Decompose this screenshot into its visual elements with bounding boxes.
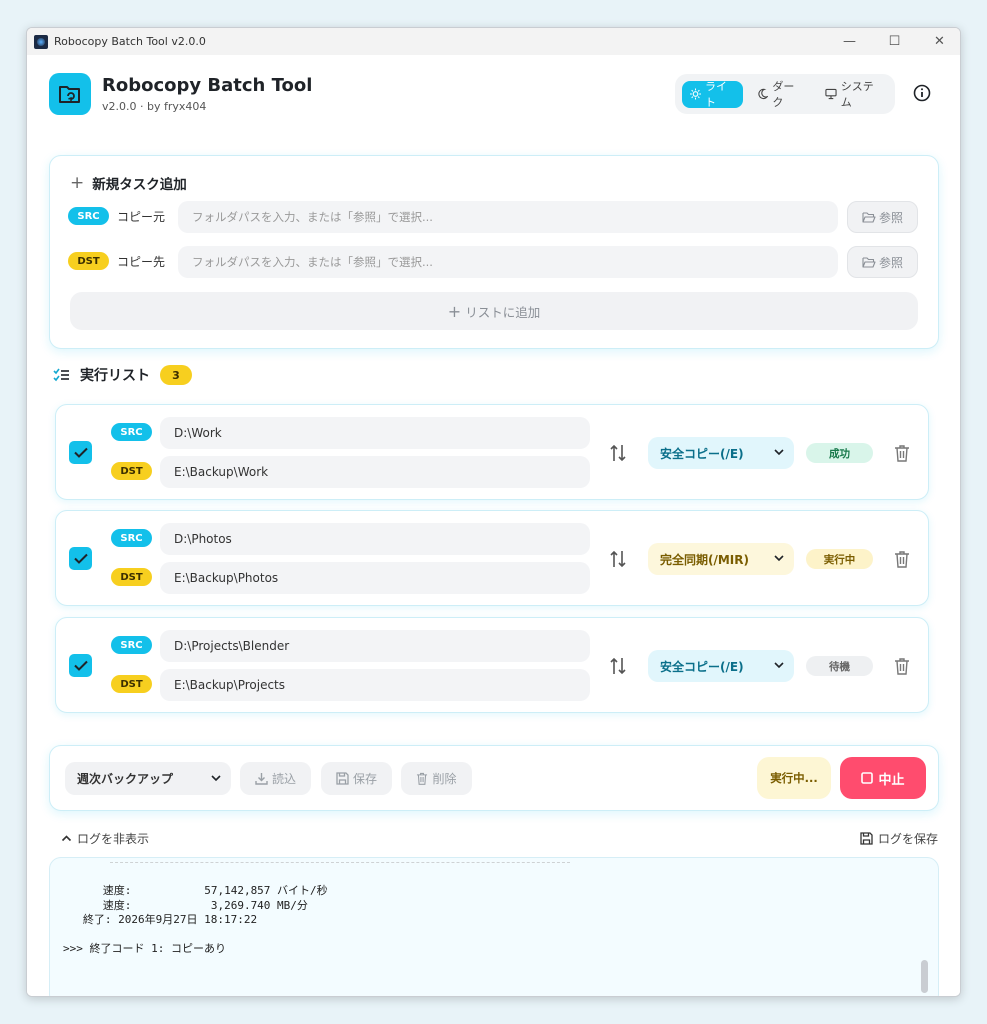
running-indicator: 実行中...	[757, 757, 831, 799]
info-icon[interactable]	[913, 84, 931, 102]
check-icon	[73, 660, 88, 671]
job-dst-path[interactable]: E:\Backup\Projects	[160, 669, 590, 701]
src-browse-button[interactable]: 参照	[847, 201, 918, 233]
load-button[interactable]: 読込	[240, 762, 311, 795]
action-bar: 週次バックアップ 読込 保存 削除 実行中... 中止	[49, 745, 939, 811]
add-to-list-button[interactable]: + リストに追加	[70, 292, 918, 330]
app-header: Robocopy Batch Tool v2.0.0 · by fryx404 …	[49, 73, 939, 117]
status-badge: 実行中	[806, 549, 873, 569]
delete-preset-button[interactable]: 削除	[401, 762, 472, 795]
job-src-path[interactable]: D:\Photos	[160, 523, 590, 555]
swap-icon[interactable]	[609, 656, 627, 676]
chevron-down-icon	[774, 449, 784, 456]
plus-icon: +	[447, 301, 462, 321]
log-text: 速度: 57,142,857 バイト/秒 速度: 3,269.740 MB/分 …	[63, 884, 328, 956]
new-task-title: + 新規タスク追加	[70, 173, 187, 193]
job-src-path[interactable]: D:\Projects\Blender	[160, 630, 590, 662]
title-bar: Robocopy Batch Tool v2.0.0 — ☐ ✕	[27, 28, 960, 55]
stop-button[interactable]: 中止	[840, 757, 926, 799]
src-badge: SRC	[111, 423, 152, 441]
log-save-button[interactable]: ログを保存	[860, 830, 938, 847]
trash-icon	[417, 772, 428, 785]
minimize-button[interactable]: —	[827, 28, 872, 55]
job-count-badge: 3	[160, 365, 192, 385]
folder-open-icon	[862, 257, 876, 268]
job-card: SRC D:\Work DST E:\Backup\Work 安全コピー(/E)…	[55, 404, 929, 500]
src-badge: SRC	[68, 207, 109, 225]
download-icon	[255, 773, 268, 785]
job-src-path[interactable]: D:\Work	[160, 417, 590, 449]
mode-select[interactable]: 完全同期(/MIR)	[648, 543, 794, 575]
execution-list-header: 実行リスト 3	[53, 365, 192, 385]
save-icon	[860, 832, 873, 845]
folder-open-icon	[862, 212, 876, 223]
src-path-input[interactable]: フォルダパスを入力、または「参照」で選択...	[178, 201, 838, 233]
job-dst-path[interactable]: E:\Backup\Work	[160, 456, 590, 488]
preset-select[interactable]: 週次バックアップ	[65, 762, 231, 795]
main-content: Robocopy Batch Tool v2.0.0 · by fryx404 …	[27, 55, 960, 996]
mode-select[interactable]: 安全コピー(/E)	[648, 437, 794, 469]
theme-dark-button[interactable]: ダーク	[749, 80, 810, 109]
theme-light-button[interactable]: ライト	[682, 80, 744, 109]
check-icon	[73, 553, 88, 564]
app-subtitle: v2.0.0 · by fryx404	[102, 100, 207, 113]
dst-path-input[interactable]: フォルダパスを入力、または「参照」で選択...	[178, 246, 838, 278]
theme-switcher: ライト ダーク システム	[675, 74, 895, 114]
checklist-icon	[53, 368, 69, 382]
mode-select[interactable]: 安全コピー(/E)	[648, 650, 794, 682]
app-window: Robocopy Batch Tool v2.0.0 — ☐ ✕ Robocop…	[26, 27, 961, 997]
src-row-label: SRC コピー元	[68, 207, 165, 225]
job-dst-path[interactable]: E:\Backup\Photos	[160, 562, 590, 594]
plus-icon: +	[70, 173, 85, 193]
log-scrollbar[interactable]	[921, 960, 928, 993]
src-badge: SRC	[111, 529, 152, 547]
moon-icon	[758, 88, 769, 100]
save-icon	[336, 772, 349, 785]
chevron-down-icon	[211, 775, 221, 782]
stop-icon	[861, 772, 874, 784]
status-badge: 成功	[806, 443, 873, 463]
log-toggle-button[interactable]: ログを非表示	[61, 830, 149, 847]
job-checkbox[interactable]	[69, 547, 92, 570]
trash-icon[interactable]	[894, 444, 910, 462]
app-logo-icon	[49, 73, 91, 115]
trash-icon[interactable]	[894, 550, 910, 568]
maximize-button[interactable]: ☐	[872, 28, 917, 55]
save-button[interactable]: 保存	[321, 762, 392, 795]
trash-icon[interactable]	[894, 657, 910, 675]
close-button[interactable]: ✕	[917, 28, 960, 55]
dst-browse-button[interactable]: 参照	[847, 246, 918, 278]
monitor-icon	[825, 88, 837, 100]
theme-system-button[interactable]: システム	[817, 80, 889, 109]
app-icon	[34, 34, 48, 49]
check-icon	[73, 447, 88, 458]
dst-row-label: DST コピー先	[68, 252, 165, 270]
chevron-up-icon	[61, 835, 72, 842]
job-card: SRC D:\Photos DST E:\Backup\Photos 完全同期(…	[55, 510, 929, 606]
job-checkbox[interactable]	[69, 654, 92, 677]
swap-icon[interactable]	[609, 549, 627, 569]
chevron-down-icon	[774, 662, 784, 669]
dst-badge: DST	[111, 462, 152, 480]
job-card: SRC D:\Projects\Blender DST E:\Backup\Pr…	[55, 617, 929, 713]
window-title: Robocopy Batch Tool v2.0.0	[54, 35, 206, 48]
new-task-card: + 新規タスク追加 SRC コピー元 フォルダパスを入力、または「参照」で選択.…	[49, 155, 939, 349]
src-badge: SRC	[111, 636, 152, 654]
sun-icon	[690, 88, 702, 100]
status-badge: 待機	[806, 656, 873, 676]
log-output[interactable]: 速度: 57,142,857 バイト/秒 速度: 3,269.740 MB/分 …	[49, 857, 939, 996]
app-title: Robocopy Batch Tool	[102, 75, 313, 96]
execution-list-title: 実行リスト	[80, 368, 150, 384]
dst-badge: DST	[111, 568, 152, 586]
chevron-down-icon	[774, 555, 784, 562]
log-clipped-line	[110, 862, 570, 868]
dst-badge: DST	[68, 252, 109, 270]
swap-icon[interactable]	[609, 443, 627, 463]
job-checkbox[interactable]	[69, 441, 92, 464]
dst-badge: DST	[111, 675, 152, 693]
